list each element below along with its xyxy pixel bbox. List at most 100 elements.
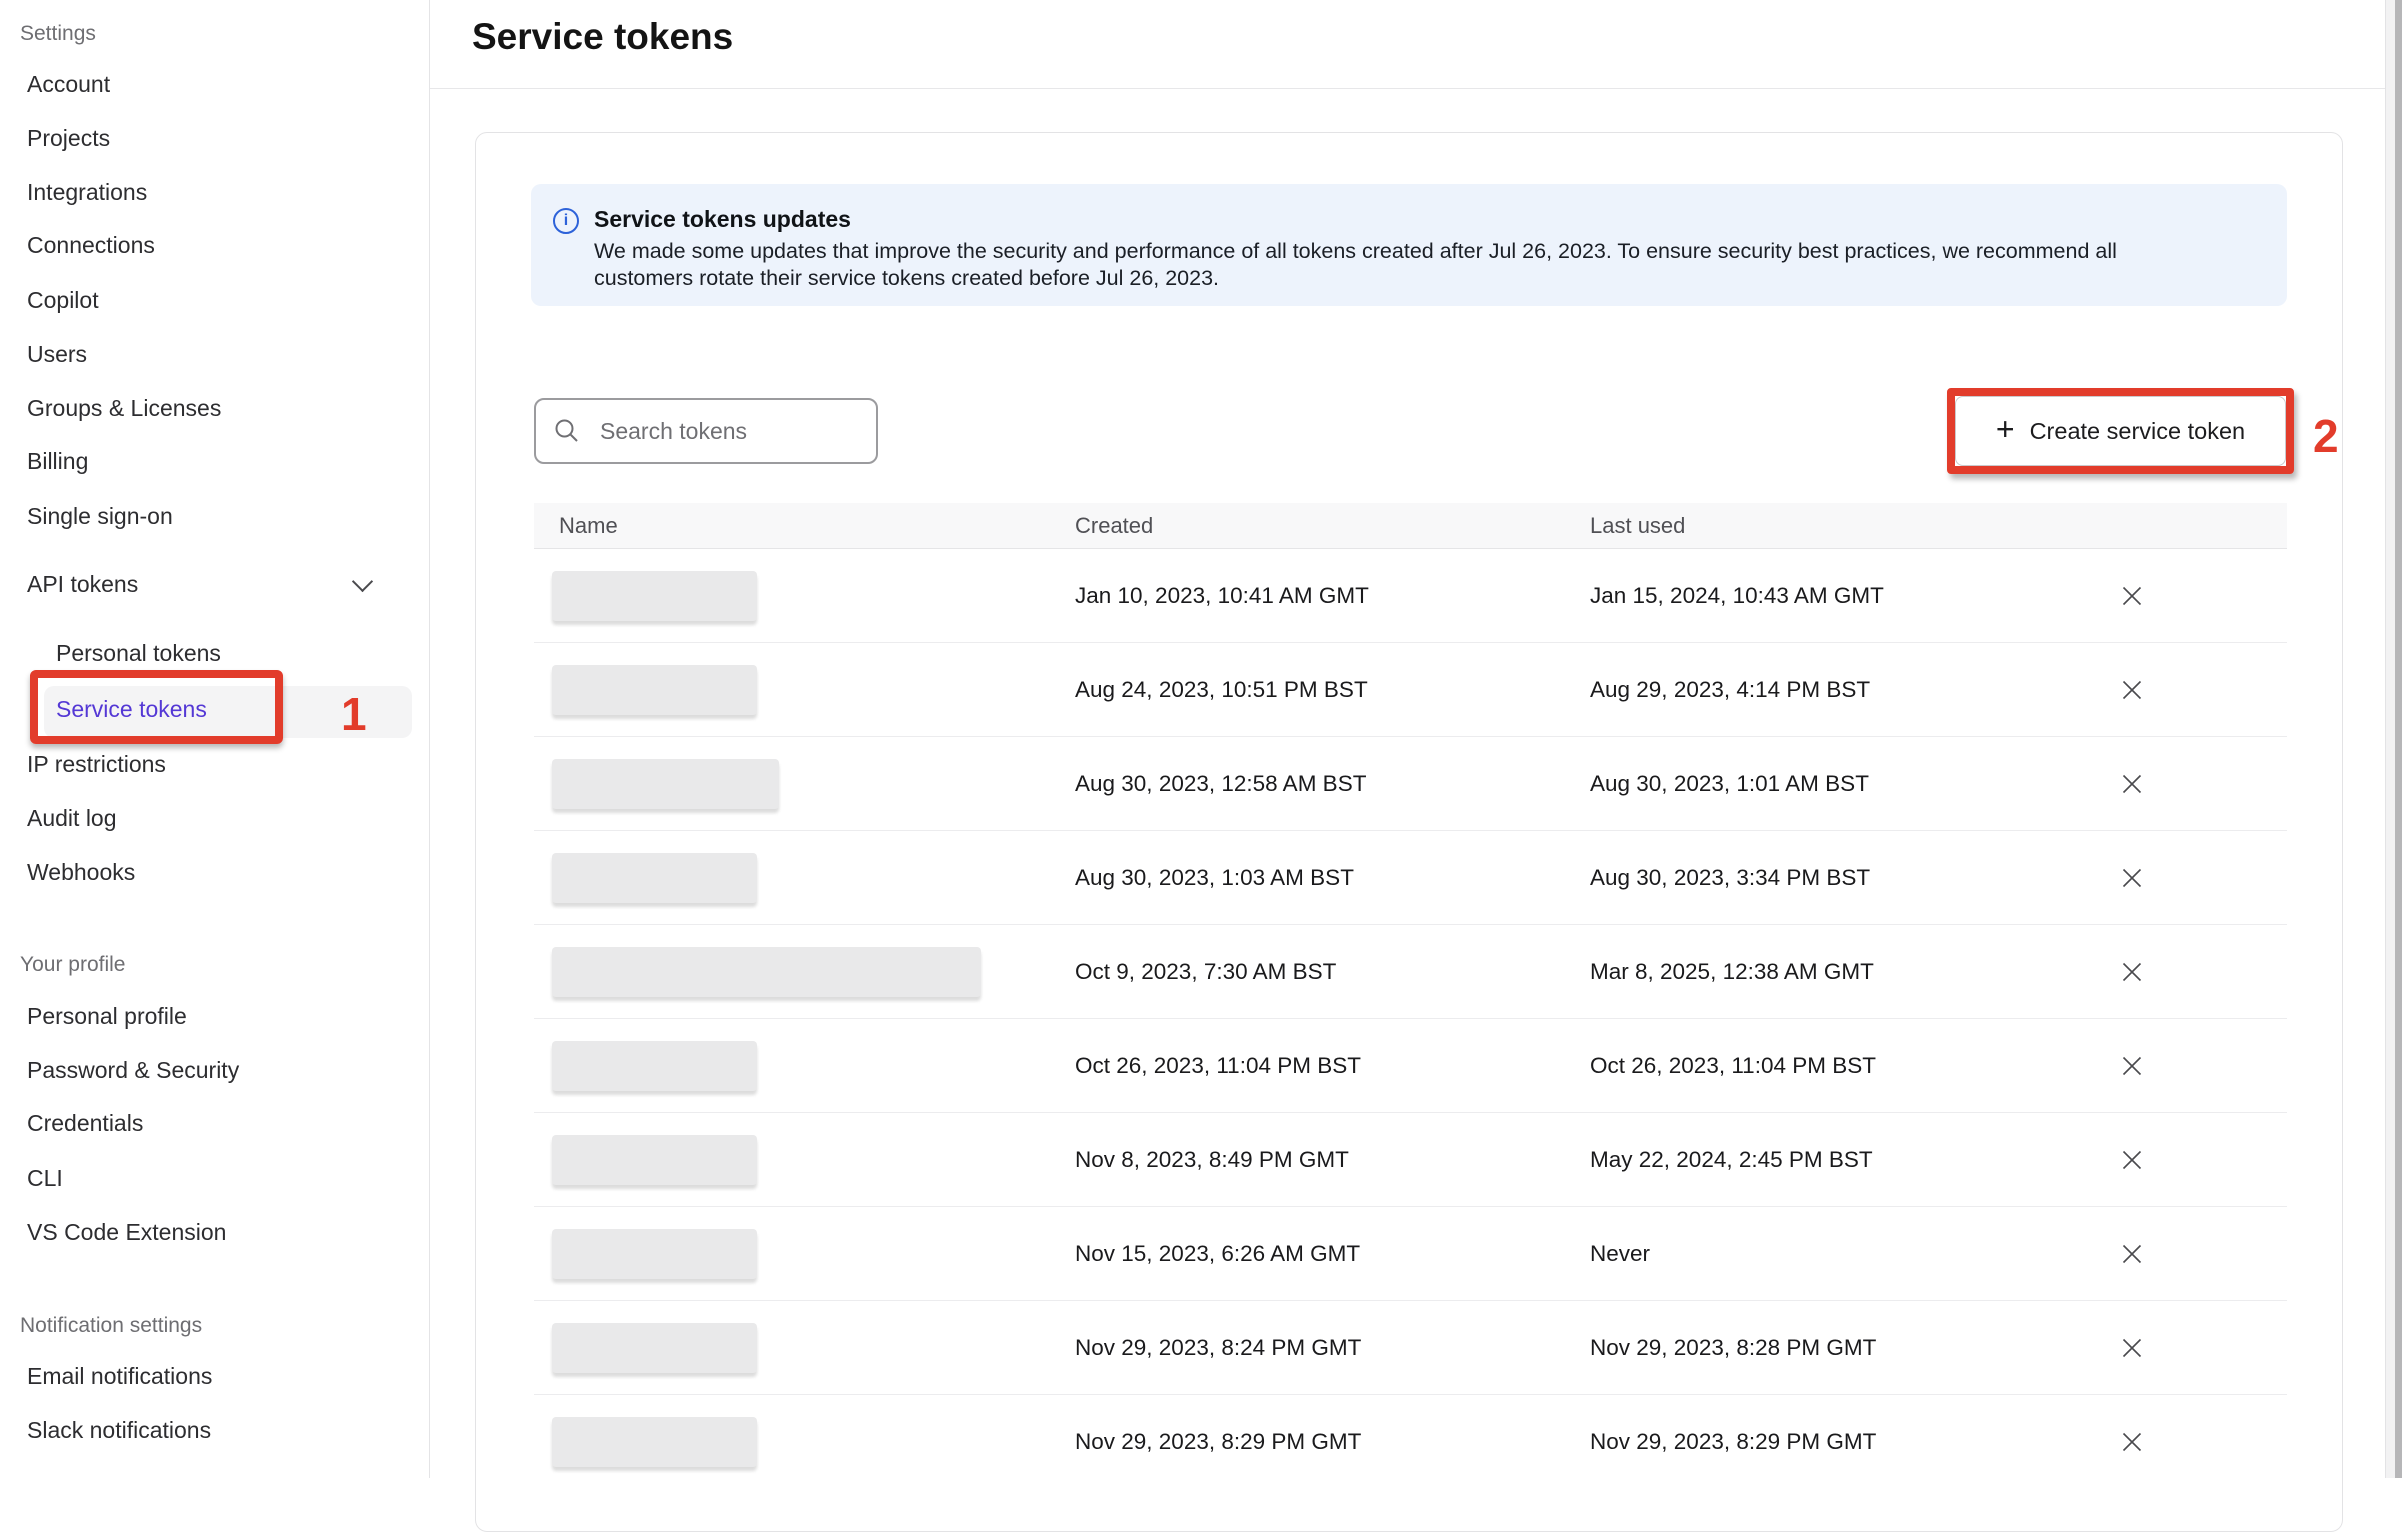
token-name-skeleton: [552, 1229, 757, 1279]
created-cell: Oct 26, 2023, 11:04 PM BST: [1075, 1053, 1361, 1079]
close-icon: [2121, 1149, 2143, 1171]
table-row: Jan 10, 2023, 10:41 AM GMT Jan 15, 2024,…: [534, 549, 2287, 643]
sidebar-item-integrations[interactable]: Integrations: [27, 175, 147, 209]
close-icon: [2121, 961, 2143, 983]
table-row: Nov 15, 2023, 6:26 AM GMT Never: [534, 1207, 2287, 1301]
token-name-skeleton: [552, 1323, 757, 1373]
delete-token-button[interactable]: [2118, 1334, 2146, 1362]
info-icon: i: [553, 208, 579, 234]
page-scrollbar[interactable]: [2385, 0, 2402, 1478]
created-cell: Oct 9, 2023, 7:30 AM BST: [1075, 959, 1336, 985]
sidebar-section-notification-settings: Notification settings: [20, 1309, 202, 1343]
scrollbar-thumb[interactable]: [2395, 0, 2402, 1478]
banner-body-line1: We made some updates that improve the se…: [594, 239, 2117, 264]
sidebar-item-groups-licenses[interactable]: Groups & Licenses: [27, 391, 221, 425]
page-title: Service tokens: [472, 16, 733, 58]
sidebar-item-single-sign-on[interactable]: Single sign-on: [27, 499, 173, 533]
table-row: Aug 30, 2023, 1:03 AM BST Aug 30, 2023, …: [534, 831, 2287, 925]
delete-token-button[interactable]: [2118, 958, 2146, 986]
table-row: Oct 26, 2023, 11:04 PM BST Oct 26, 2023,…: [534, 1019, 2287, 1113]
token-name-skeleton: [552, 665, 757, 715]
settings-sidebar: Settings Account Projects Integrations C…: [0, 0, 430, 1478]
last-used-cell: Mar 8, 2025, 12:38 AM GMT: [1590, 959, 1874, 985]
created-cell: Aug 24, 2023, 10:51 PM BST: [1075, 677, 1368, 703]
sidebar-item-copilot[interactable]: Copilot: [27, 283, 99, 317]
sidebar-item-projects[interactable]: Projects: [27, 121, 110, 155]
sidebar-item-credentials[interactable]: Credentials: [27, 1106, 143, 1140]
sidebar-item-cli[interactable]: CLI: [27, 1161, 63, 1195]
table-row: Aug 24, 2023, 10:51 PM BST Aug 29, 2023,…: [534, 643, 2287, 737]
created-cell: Jan 10, 2023, 10:41 AM GMT: [1075, 583, 1369, 609]
main-content: Service tokens i Service tokens updates …: [430, 0, 2402, 1478]
sidebar-item-connections[interactable]: Connections: [27, 228, 155, 262]
last-used-cell: Aug 30, 2023, 3:34 PM BST: [1590, 865, 1870, 891]
chevron-down-icon[interactable]: [352, 571, 373, 592]
token-name-skeleton: [552, 1041, 757, 1091]
sidebar-item-vs-code-extension[interactable]: VS Code Extension: [27, 1215, 226, 1249]
table-row: Nov 29, 2023, 8:29 PM GMT Nov 29, 2023, …: [534, 1395, 2287, 1489]
last-used-cell: Aug 30, 2023, 1:01 AM BST: [1590, 771, 1869, 797]
annotation-number-1: 1: [341, 687, 367, 741]
column-header-created: Created: [1075, 513, 1153, 539]
close-icon: [2121, 1243, 2143, 1265]
delete-token-button[interactable]: [2118, 1428, 2146, 1456]
sidebar-item-email-notifications[interactable]: Email notifications: [27, 1359, 212, 1393]
last-used-cell: May 22, 2024, 2:45 PM BST: [1590, 1147, 1873, 1173]
close-icon: [2121, 1337, 2143, 1359]
service-tokens-card: i Service tokens updates We made some up…: [475, 132, 2343, 1532]
last-used-cell: Oct 26, 2023, 11:04 PM BST: [1590, 1053, 1876, 1079]
token-name-skeleton: [552, 947, 981, 997]
table-row: Aug 30, 2023, 12:58 AM BST Aug 30, 2023,…: [534, 737, 2287, 831]
close-icon: [2121, 1431, 2143, 1453]
column-header-last-used: Last used: [1590, 513, 1685, 539]
close-icon: [2121, 773, 2143, 795]
sidebar-item-personal-profile[interactable]: Personal profile: [27, 999, 187, 1033]
delete-token-button[interactable]: [2118, 1146, 2146, 1174]
sidebar-section-settings: Settings: [20, 17, 96, 51]
search-input[interactable]: [534, 398, 878, 464]
sidebar-item-webhooks[interactable]: Webhooks: [27, 855, 135, 889]
create-service-token-label: Create service token: [2030, 418, 2246, 445]
created-cell: Nov 15, 2023, 6:26 AM GMT: [1075, 1241, 1360, 1267]
table-row: Oct 9, 2023, 7:30 AM BST Mar 8, 2025, 12…: [534, 925, 2287, 1019]
banner-title: Service tokens updates: [594, 206, 851, 233]
created-cell: Aug 30, 2023, 1:03 AM BST: [1075, 865, 1354, 891]
sidebar-item-slack-notifications[interactable]: Slack notifications: [27, 1413, 211, 1447]
sidebar-item-users[interactable]: Users: [27, 337, 87, 371]
close-icon: [2121, 679, 2143, 701]
delete-token-button[interactable]: [2118, 1240, 2146, 1268]
sidebar-item-account[interactable]: Account: [27, 67, 110, 101]
delete-token-button[interactable]: [2118, 676, 2146, 704]
sidebar-item-service-tokens[interactable]: Service tokens: [56, 692, 207, 726]
delete-token-button[interactable]: [2118, 864, 2146, 892]
table-row: Nov 8, 2023, 8:49 PM GMT May 22, 2024, 2…: [534, 1113, 2287, 1207]
header-divider: [430, 88, 2385, 89]
created-cell: Nov 29, 2023, 8:29 PM GMT: [1075, 1429, 1361, 1455]
sidebar-item-billing[interactable]: Billing: [27, 444, 88, 478]
close-icon: [2121, 585, 2143, 607]
plus-icon: +: [1996, 411, 2015, 448]
info-banner: i Service tokens updates We made some up…: [531, 184, 2287, 306]
delete-token-button[interactable]: [2118, 1052, 2146, 1080]
last-used-cell: Never: [1590, 1241, 1650, 1267]
column-header-name: Name: [559, 513, 618, 539]
sidebar-item-audit-log[interactable]: Audit log: [27, 801, 117, 835]
token-name-skeleton: [552, 1417, 757, 1467]
service-tokens-table: Name Created Last used Jan 10, 2023, 10:…: [534, 503, 2287, 1489]
last-used-cell: Jan 15, 2024, 10:43 AM GMT: [1590, 583, 1884, 609]
created-cell: Nov 29, 2023, 8:24 PM GMT: [1075, 1335, 1361, 1361]
sidebar-item-password-security[interactable]: Password & Security: [27, 1053, 239, 1087]
delete-token-button[interactable]: [2118, 770, 2146, 798]
annotation-box-step2: + Create service token: [1947, 388, 2294, 474]
delete-token-button[interactable]: [2118, 582, 2146, 610]
sidebar-item-ip-restrictions[interactable]: IP restrictions: [27, 747, 166, 781]
token-name-skeleton: [552, 759, 779, 809]
search-tokens-box: [534, 398, 878, 464]
table-row: Nov 29, 2023, 8:24 PM GMT Nov 29, 2023, …: [534, 1301, 2287, 1395]
token-name-skeleton: [552, 1135, 757, 1185]
created-cell: Aug 30, 2023, 12:58 AM BST: [1075, 771, 1366, 797]
create-service-token-button[interactable]: + Create service token: [1955, 396, 2286, 466]
close-icon: [2121, 1055, 2143, 1077]
sidebar-item-api-tokens[interactable]: API tokens: [27, 567, 138, 601]
sidebar-item-personal-tokens[interactable]: Personal tokens: [56, 636, 221, 670]
